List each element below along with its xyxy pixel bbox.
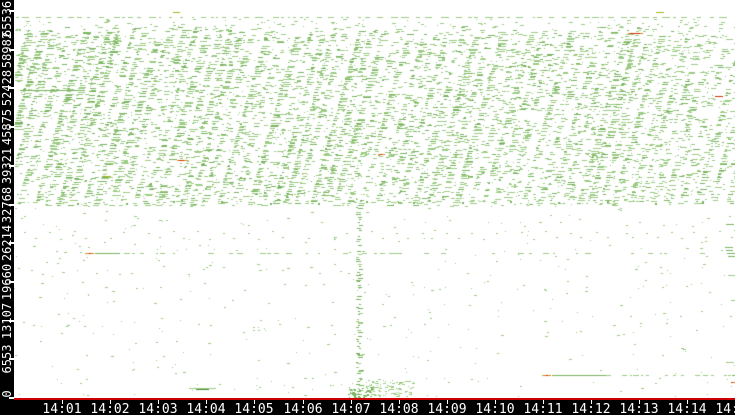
x-axis-label: 14:08: [379, 402, 419, 415]
x-axis-label: 14:13: [619, 402, 659, 415]
x-axis-label: 14:06: [283, 402, 323, 415]
x-axis-label: 14:15: [715, 402, 735, 415]
x-axis-label: 14:09: [427, 402, 467, 415]
x-axis-label: 14:12: [571, 402, 611, 415]
y-axis-label: 26214: [0, 225, 14, 262]
y-axis-label: 13107: [0, 302, 14, 339]
x-axis-label: 14:02: [90, 402, 130, 415]
y-axis-label: 45875: [0, 109, 14, 146]
y-axis-label: 52428: [0, 70, 14, 107]
y-axis-label: 6553: [0, 344, 14, 374]
x-axis-strip: 14:01 14:02 14:03 14:04 14:05 14:06 14:07 14:08…: [0, 400, 735, 415]
y-axis-label: 58982: [0, 31, 14, 68]
x-axis-label: 14:11: [523, 402, 563, 415]
y-axis-label: 19660: [0, 263, 14, 300]
y-axis-label: 0: [0, 390, 14, 398]
x-axis-label: 14:03: [138, 402, 178, 415]
x-axis-label: 14:14: [667, 402, 707, 415]
x-axis-label: 14:10: [475, 402, 515, 415]
y-axis-strip: 65536 58982 52428 45875 39321 32768 26214 19660…: [0, 0, 14, 415]
scatter-canvas: [0, 0, 735, 400]
y-axis-label: 39321: [0, 147, 14, 184]
y-axis-label: 32768: [0, 186, 14, 223]
x-axis-label: 14:04: [186, 402, 226, 415]
x-axis-label: 14:05: [234, 402, 274, 415]
x-axis-label: 14:01: [42, 402, 82, 415]
x-axis-label: 14:07: [331, 402, 371, 415]
port-vs-time-scatter-plot: 65536 58982 52428 45875 39321 32768 26214 19660…: [0, 0, 735, 415]
